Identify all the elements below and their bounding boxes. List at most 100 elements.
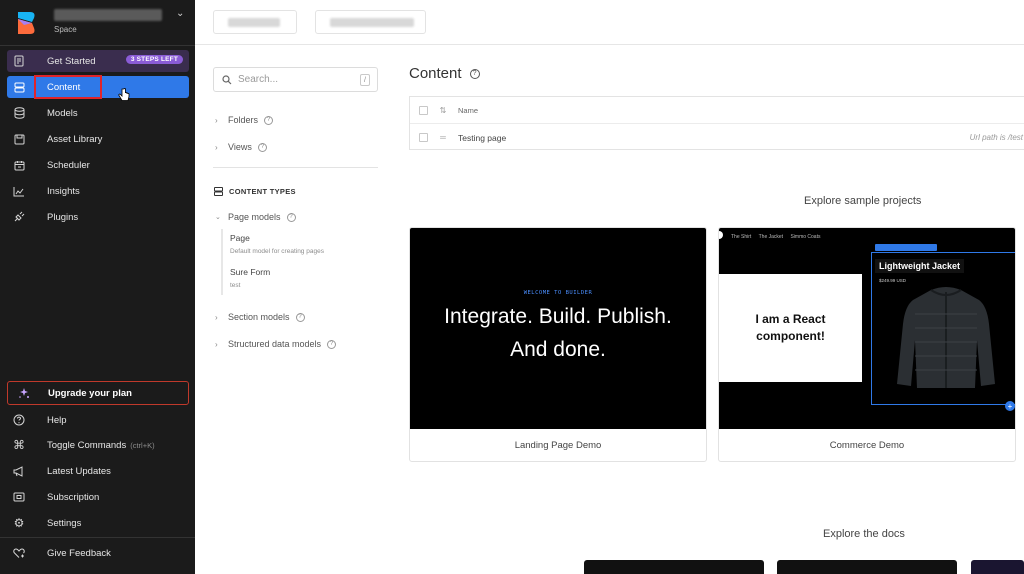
space-switcher[interactable]: Space ⌄ [0,0,195,44]
database-icon [11,105,27,121]
space-label: Space [54,25,77,34]
demo-headline: Integrate. Build. Publish. And done. [410,300,706,366]
row-url-path: Url path is /test [969,133,1023,142]
commerce-demo-card[interactable]: The Shirt The Jacket Simmo Coats I am a … [718,227,1016,462]
space-name-redacted [54,9,162,21]
search-input[interactable]: Search... / [213,67,378,92]
breadcrumb-item[interactable] [213,10,297,34]
sidebar-item-help[interactable]: Help [7,409,189,431]
react-component-box: I am a React component! [719,274,862,382]
commerce-thumbnail: The Shirt The Jacket Simmo Coats I am a … [719,228,1015,429]
commerce-nav-item: Simmo Coats [790,234,821,240]
table-header-row: ⇅ Name [410,97,1024,124]
sidebar-item-latest-updates[interactable]: Latest Updates [7,460,189,482]
samples-heading: Explore sample projects [804,195,922,207]
model-item-sure-form[interactable]: Sure Form [230,267,270,277]
feedback-heart-icon [11,545,27,561]
folders-label: Folders [228,115,259,125]
commerce-nav: The Shirt The Jacket Simmo Coats [731,234,826,240]
help-icon[interactable]: ? [286,212,296,222]
page-title: Content ? [409,65,480,82]
sidebar-item-label: Subscription [47,491,100,503]
sidebar-item-label: Models [47,107,78,119]
headline-line-2: And done. [510,338,606,361]
folders-toggle[interactable]: › Folders ? [215,115,274,125]
name-column-header[interactable]: Name [458,106,478,115]
upgrade-plan-button[interactable]: Upgrade your plan [7,381,189,405]
sidebar-item-insights[interactable]: Insights [7,180,189,202]
jacket-image [897,287,995,388]
content-types-label: CONTENT TYPES [229,187,296,196]
plug-icon [11,209,27,225]
chevron-right-icon: › [215,115,218,125]
redacted-text [330,18,414,27]
sidebar-item-subscription[interactable]: Subscription [7,486,189,508]
chevron-down-icon: ⌄ [215,214,221,221]
help-icon[interactable]: ? [257,142,267,152]
sidebar-item-plugins[interactable]: Plugins [7,206,189,228]
model-description: Default model for creating pages [230,248,324,255]
upgrade-label: Upgrade your plan [48,387,132,399]
chevron-down-icon[interactable]: ⌄ [176,8,184,19]
sidebar-item-toggle-commands[interactable]: ⌘ Toggle Commands (ctrl+K) [7,434,189,456]
page-title-text: Content [409,65,462,82]
sidebar: Space ⌄ Get Started 3 STEPS LEFT Content… [0,0,195,574]
editor-toolbar [875,244,937,251]
corner-dot [719,231,723,239]
help-icon[interactable]: ? [327,339,337,349]
shortcut-hint: (ctrl+K) [130,440,155,450]
section-models-toggle[interactable]: › Section models ? [215,312,305,322]
content-stack-icon [214,187,223,196]
table-row[interactable]: ═ Testing page Url path is /test [410,124,1024,151]
page-models-label: Page models [228,212,281,222]
select-all-checkbox[interactable] [419,105,428,115]
sidebar-item-content[interactable]: Content [7,76,189,98]
sidebar-item-give-feedback[interactable]: Give Feedback [7,542,189,564]
steps-left-badge: 3 STEPS LEFT [125,55,183,64]
breadcrumb-item[interactable] [315,10,426,34]
content-table: ⇅ Name ═ Testing page Url path is /test [409,96,1024,150]
help-icon[interactable]: ? [264,115,274,125]
help-icon[interactable]: ? [295,312,305,322]
product-price: $249.99 USD [879,278,907,283]
help-icon[interactable]: ? [469,68,480,79]
sidebar-item-get-started[interactable]: Get Started 3 STEPS LEFT [7,50,189,72]
sidebar-divider [0,45,195,46]
welcome-text: WELCOME TO BUILDER [523,290,593,296]
doc-card[interactable] [777,560,957,574]
row-checkbox[interactable] [419,133,428,142]
model-item-page[interactable]: Page [230,233,250,243]
commerce-nav-item: The Jacket [758,234,784,240]
landing-page-demo-card[interactable]: WELCOME TO BUILDER Integrate. Build. Pub… [409,227,707,462]
doc-card[interactable] [584,560,764,574]
views-label: Views [228,142,252,152]
content-types-heading: CONTENT TYPES [214,187,296,196]
top-bar [195,0,1024,45]
content-stack-icon [11,79,27,95]
doc-card[interactable] [971,560,1024,574]
search-shortcut-key: / [360,74,370,86]
sidebar-item-scheduler[interactable]: Scheduler [7,154,189,176]
search-icon [222,74,232,85]
section-models-label: Section models [228,312,290,322]
sidebar-item-label: Toggle Commands [47,439,127,451]
megaphone-icon [11,463,27,479]
card-caption: Landing Page Demo [514,440,602,451]
page-type-icon: ═ [440,133,446,142]
page-models-toggle[interactable]: ⌄ Page models ? [215,212,296,222]
sort-icon[interactable]: ⇅ [438,106,448,115]
sidebar-item-models[interactable]: Models [7,102,189,124]
chevron-right-icon: › [215,339,218,349]
add-block-icon: + [1005,401,1015,411]
builder-logo-icon [18,12,35,34]
card-caption: Commerce Demo [829,440,905,451]
model-description: test [230,282,241,289]
sidebar-item-asset-library[interactable]: Asset Library [7,128,189,150]
docs-heading: Explore the docs [823,528,905,540]
landing-page-thumbnail: WELCOME TO BUILDER Integrate. Build. Pub… [410,228,706,429]
sidebar-item-settings[interactable]: ⚙ Settings [7,512,189,534]
gear-icon: ⚙ [13,516,25,530]
views-toggle[interactable]: › Views ? [215,142,267,152]
checklist-icon [11,53,27,69]
structured-data-toggle[interactable]: › Structured data models ? [215,339,337,349]
